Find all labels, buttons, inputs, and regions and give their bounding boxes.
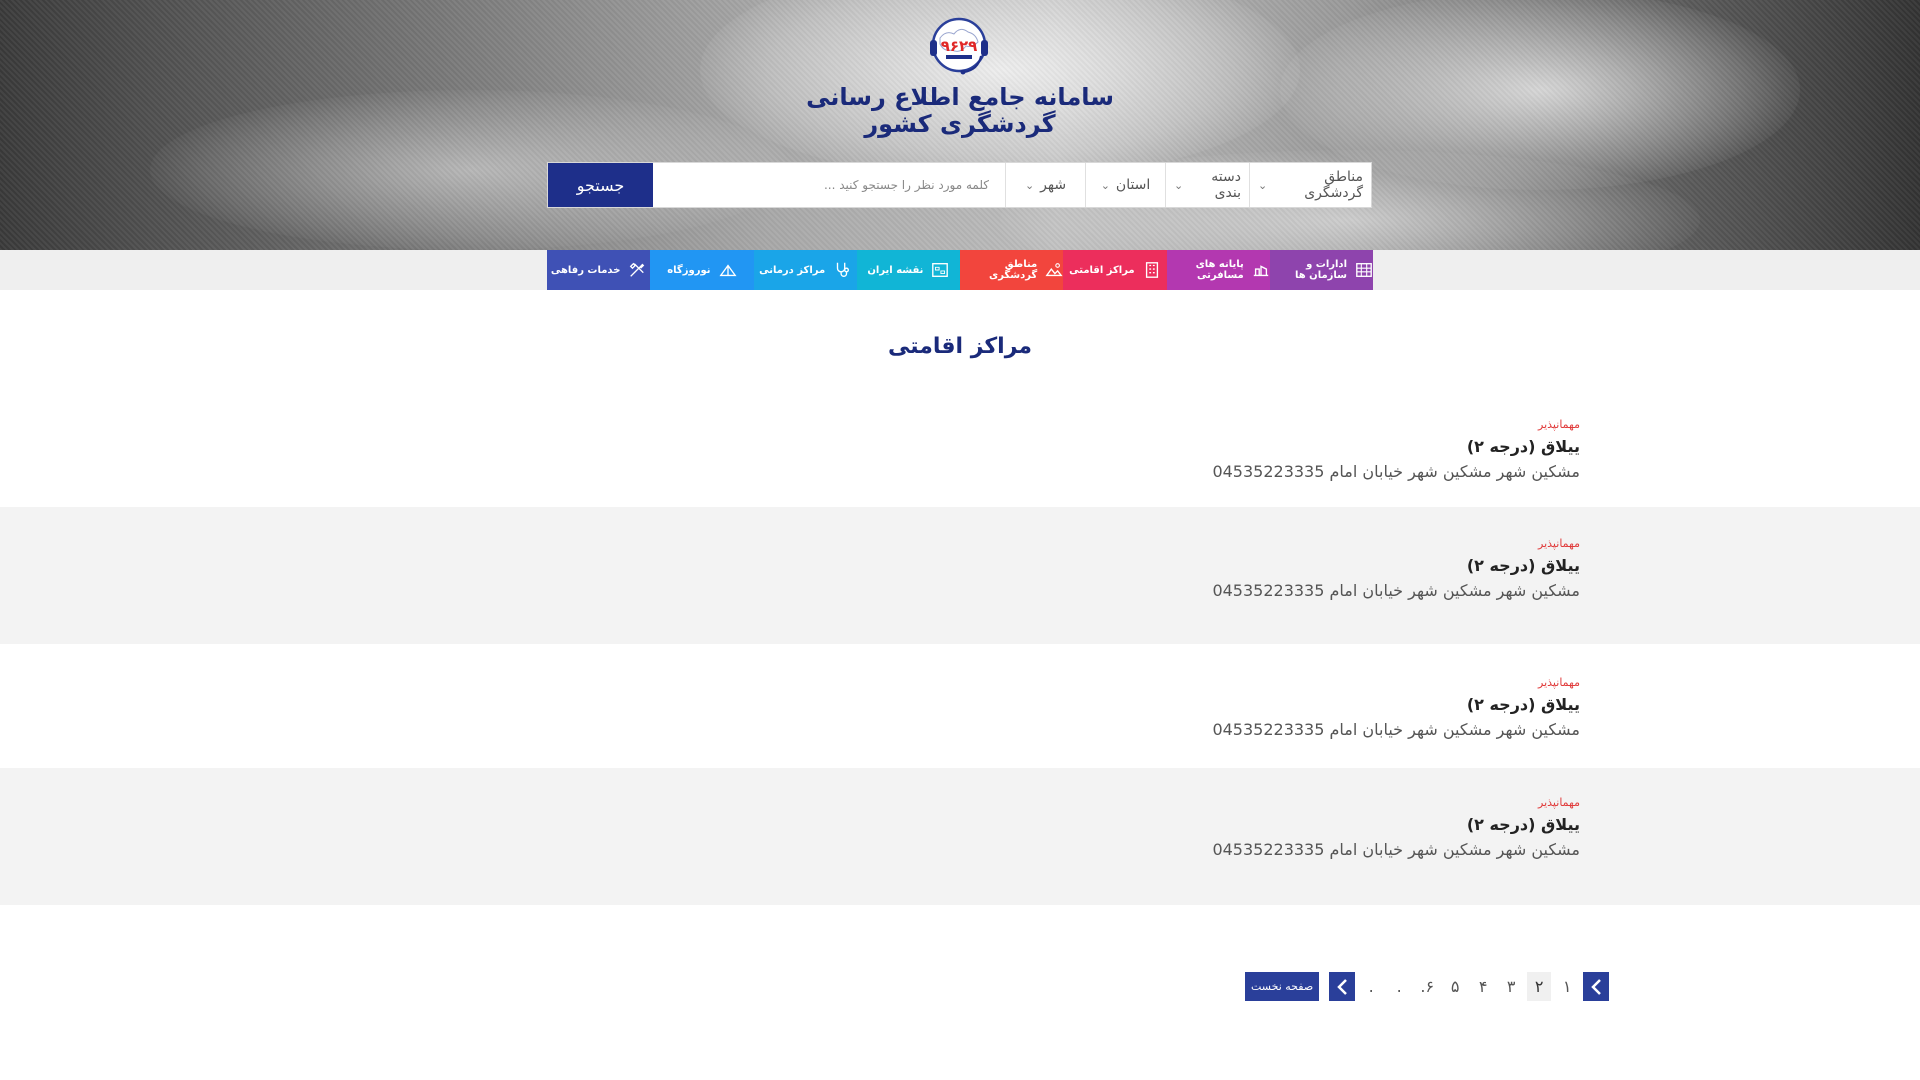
- stethoscope-icon: [836, 262, 850, 277]
- listing-category: مهمانپذیر: [1538, 418, 1580, 431]
- chevron-down-icon: ⌄: [1174, 178, 1184, 192]
- category-medical-centers[interactable]: مراکز درمانی: [753, 250, 857, 290]
- chevron-down-icon: ⌄: [1258, 178, 1268, 192]
- category-label: مراکز درمانی: [759, 264, 826, 276]
- svg-text:۹۶۲۹: ۹۶۲۹: [941, 37, 978, 55]
- landscape-icon: [1045, 263, 1063, 277]
- terminal-icon: [1253, 265, 1268, 277]
- search-bar: مناطق گردشگری ⌄ دسته بندی ⌄ استان ⌄ شهر …: [547, 162, 1372, 208]
- chevron-down-icon: ⌄: [1024, 178, 1035, 192]
- list-item[interactable]: مهمانپذیر ییلاق (درجه ۲) مشکین شهر مشکین…: [0, 768, 1920, 905]
- listing-title[interactable]: ییلاق (درجه ۲): [1212, 815, 1580, 834]
- page-ellipsis: .: [1396, 977, 1402, 996]
- site-title-line-2: گردشگری کشور: [864, 110, 1056, 138]
- page-ellipsis: .: [1368, 977, 1374, 996]
- site-title-line-1: سامانه جامع اطلاع رسانی: [806, 83, 1114, 111]
- pagination: ۱ ۲ ۳ ۴ ۵ ۶. . . صفحه نخست: [1245, 972, 1610, 1001]
- site-logo[interactable]: ۹۶۲۹: [926, 12, 992, 78]
- page-1-link[interactable]: ۱: [1555, 972, 1579, 1001]
- hotel-icon: [1145, 262, 1158, 278]
- listing-title[interactable]: ییلاق (درجه ۲): [1212, 556, 1580, 575]
- listing-address: مشکین شهر مشکین شهر خیابان امام 04535223…: [1212, 462, 1580, 481]
- chevron-down-icon: ⌄: [1100, 178, 1110, 192]
- category-label: ادارات و سازمان ها: [1295, 259, 1347, 281]
- category-accommodation[interactable]: مراکز اقامتی: [1063, 250, 1167, 290]
- listing-address: مشکین شهر مشکین شهر خیابان امام 04535223…: [1212, 720, 1580, 739]
- page-title: مراکز اقامتی: [887, 334, 1033, 359]
- page-4-link[interactable]: ۴: [1471, 972, 1495, 1001]
- headset-globe-logo-icon: ۹۶۲۹: [930, 17, 988, 75]
- category-offices[interactable]: ادارات و سازمان ها: [1269, 250, 1373, 290]
- chevron-left-icon: [1337, 978, 1348, 995]
- search-input[interactable]: [653, 163, 1005, 207]
- previous-page-button[interactable]: [1583, 972, 1610, 1001]
- site-title: سامانه جامع اطلاع رسانی گردشگری کشور: [760, 84, 1160, 138]
- building-icon: [1356, 263, 1372, 277]
- listing-title[interactable]: ییلاق (درجه ۲): [1212, 695, 1580, 714]
- tools-icon: [630, 262, 645, 277]
- chevron-left-icon: [1591, 978, 1602, 995]
- category-nav: ادارات و سازمان ها پایانه های مسافرتی مر…: [547, 250, 1373, 290]
- category-iran-map[interactable]: نقشه ایران: [856, 250, 960, 290]
- category-label: مناطق گردشگری: [989, 259, 1038, 281]
- dropdown-label: شهر: [1040, 177, 1067, 193]
- category-tourism-regions[interactable]: مناطق گردشگری: [960, 250, 1064, 290]
- page-3-link[interactable]: ۳: [1499, 972, 1523, 1001]
- list-item[interactable]: مهمانپذیر ییلاق (درجه ۲) مشکین شهر مشکین…: [0, 507, 1920, 644]
- next-page-button[interactable]: [1329, 972, 1356, 1001]
- dropdown-label: مناطق گردشگری: [1304, 169, 1363, 201]
- tent-icon: [718, 264, 737, 277]
- listing-address: مشکین شهر مشکین شهر خیابان امام 04535223…: [1212, 581, 1580, 600]
- first-page-button[interactable]: صفحه نخست: [1245, 972, 1320, 1001]
- map-icon: [932, 263, 949, 277]
- province-dropdown[interactable]: استان ⌄: [1085, 163, 1165, 207]
- city-dropdown[interactable]: شهر ⌄: [1005, 163, 1085, 207]
- category-label: خدمات رفاهی: [550, 264, 621, 276]
- category-label: پایانه های مسافرتی: [1195, 259, 1244, 281]
- page-2-link[interactable]: ۲: [1527, 972, 1552, 1001]
- page-5-link[interactable]: ۵: [1443, 972, 1467, 1001]
- hero-banner: ۹۶۲۹ سامانه جامع اطلاع رسانی گردشگری کشو…: [0, 0, 1920, 250]
- category-terminals[interactable]: پایانه های مسافرتی: [1166, 250, 1270, 290]
- listing-address: مشکین شهر مشکین شهر خیابان امام 04535223…: [1212, 840, 1580, 859]
- listing-category: مهمانپذیر: [1538, 676, 1580, 689]
- category-label: نقشه ایران: [867, 264, 924, 276]
- category-nowruz[interactable]: نوروزگاه: [650, 250, 754, 290]
- category-dropdown[interactable]: دسته بندی ⌄: [1165, 163, 1249, 207]
- category-welfare-services[interactable]: خدمات رفاهی: [547, 250, 651, 290]
- search-button[interactable]: جستجو: [548, 163, 653, 207]
- category-label: مراکز اقامتی: [1069, 264, 1135, 276]
- tourism-region-dropdown[interactable]: مناطق گردشگری ⌄: [1249, 163, 1371, 207]
- dropdown-label: دسته بندی: [1211, 169, 1241, 201]
- list-item[interactable]: مهمانپذیر ییلاق (درجه ۲) مشکین شهر مشکین…: [0, 644, 1920, 768]
- dropdown-label: استان: [1115, 177, 1151, 193]
- list-item[interactable]: مهمانپذیر ییلاق (درجه ۲) مشکین شهر مشکین…: [0, 410, 1920, 507]
- listing-title[interactable]: ییلاق (درجه ۲): [1212, 437, 1580, 456]
- listing-category: مهمانپذیر: [1538, 796, 1580, 809]
- category-label: نوروزگاه: [667, 264, 711, 276]
- listing-category: مهمانپذیر: [1538, 537, 1580, 550]
- page-6-link[interactable]: ۶.: [1415, 972, 1439, 1001]
